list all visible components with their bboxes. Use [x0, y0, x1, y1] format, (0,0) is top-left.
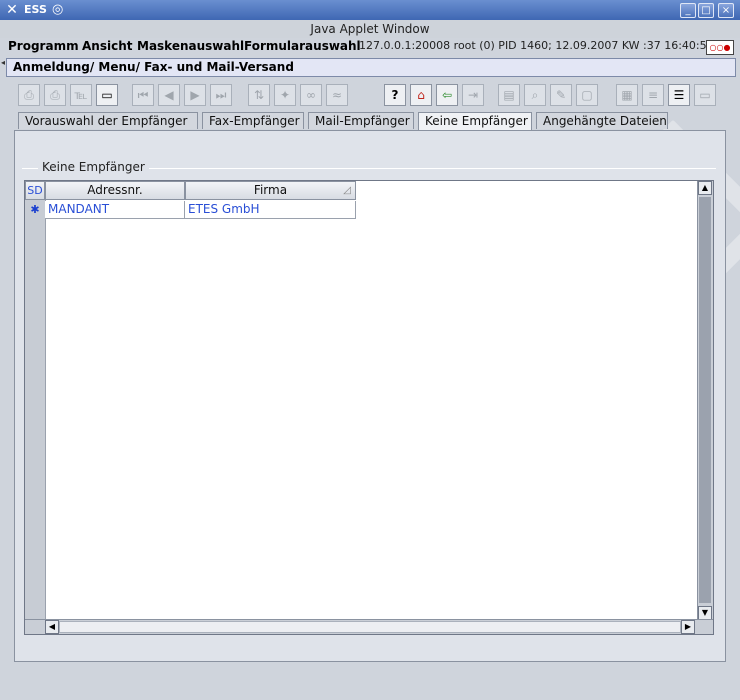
import-icon[interactable]: ⇦ [436, 84, 458, 106]
selected-row-marker-icon: ✱ [30, 203, 40, 216]
collapse-handle-icon[interactable]: ◂ [1, 59, 5, 76]
swirl-icon: ◎ [52, 2, 64, 17]
breadcrumb: Anmeldung/ Menu/ Fax- und Mail-Versand [13, 60, 294, 74]
window-title: ESS [24, 3, 47, 16]
tab-angehaengte-dateien[interactable]: Angehängte Dateien [536, 112, 668, 129]
row-header-column [25, 181, 46, 621]
clipboard-icon[interactable]: ▢ [576, 84, 598, 106]
last-icon[interactable]: ⏭ [210, 84, 232, 106]
document-icon[interactable]: ▤ [498, 84, 520, 106]
window-title-bar[interactable]: ✕ ESS ◎ _ □ × [0, 0, 740, 20]
vertical-scrollbar[interactable]: ▲ ▼ [697, 181, 713, 620]
menu-maskenauswahl[interactable]: Maskenauswahl [137, 39, 244, 53]
tab-mail-empfaenger[interactable]: Mail-Empfänger [308, 112, 414, 129]
menu-bar: Programm Ansicht Maskenauswahl Formulara… [4, 38, 736, 56]
tab-bar: Vorauswahl der Empfänger Fax-Empfänger M… [18, 112, 718, 130]
applet-subtitle: Java Applet Window [0, 20, 740, 38]
column-header-firma[interactable]: Firma ◿ [185, 181, 356, 200]
menu-ansicht[interactable]: Ansicht [82, 39, 132, 53]
list-icon[interactable]: ≡ [642, 84, 664, 106]
link-icon[interactable]: ∞ [300, 84, 322, 106]
calendar-icon[interactable]: ▦ [616, 84, 638, 106]
frame-icon[interactable]: ▭ [96, 84, 118, 106]
toolbar: ⎙ ⎙ ℡ ▭ ⏮ ◀ ▶ ⏭ ⇅ ✦ ∞ ≈ ? ⌂ ⇦ ⇥ ▤ ⌕ ✎ ▢ … [18, 84, 722, 108]
scroll-up-icon[interactable]: ▲ [698, 181, 712, 195]
application-window: ✕ ESS ◎ _ □ × Java Applet Window Program… [0, 0, 740, 700]
app-x-icon[interactable]: ✕ [4, 2, 20, 18]
close-button[interactable]: × [718, 3, 734, 18]
star-icon[interactable]: ✦ [274, 84, 296, 106]
column-header-adressnr[interactable]: Adressnr. [45, 181, 185, 200]
menu-formularauswahl[interactable]: Formularauswahl [244, 39, 361, 53]
edit-icon[interactable]: ✎ [550, 84, 572, 106]
table-cell-firma[interactable]: ETES GmbH [185, 201, 356, 219]
scroll-down-icon[interactable]: ▼ [698, 606, 712, 620]
recipients-table: SD Adressnr. Firma ◿ ✱ MANDANT ETES GmbH… [24, 180, 714, 635]
column-header-firma-label: Firma [253, 183, 288, 197]
maximize-button[interactable]: □ [698, 3, 714, 18]
tab-keine-empfaenger[interactable]: Keine Empfänger [418, 112, 532, 130]
breadcrumb-bar: ◂ Anmeldung/ Menu/ Fax- und Mail-Versand [1, 58, 736, 77]
scroll-right-icon[interactable]: ▶ [681, 620, 695, 634]
next-icon[interactable]: ▶ [184, 84, 206, 106]
minimize-button[interactable]: _ [680, 3, 696, 18]
search-icon[interactable]: ⌕ [524, 84, 546, 106]
folder-icon[interactable]: ▭ [694, 84, 716, 106]
vertical-scroll-thumb[interactable] [699, 197, 711, 603]
unlink-icon[interactable]: ≈ [326, 84, 348, 106]
sort-icon[interactable]: ⇅ [248, 84, 270, 106]
tab-vorauswahl[interactable]: Vorauswahl der Empfänger [18, 112, 198, 129]
status-lights-icon: ○○● [706, 40, 734, 55]
home-icon[interactable]: ⌂ [410, 84, 432, 106]
group-title: Keine Empfänger [38, 160, 149, 174]
first-icon[interactable]: ⏮ [132, 84, 154, 106]
stack-icon[interactable]: ☰ [668, 84, 690, 106]
export-icon[interactable]: ⇥ [462, 84, 484, 106]
fax-icon[interactable]: ℡ [70, 84, 92, 106]
horizontal-scrollbar[interactable]: ◀ ▶ [25, 619, 713, 634]
print-icon[interactable]: ⎙ [18, 84, 40, 106]
print-preview-icon[interactable]: ⎙ [44, 84, 66, 106]
help-icon[interactable]: ? [384, 84, 406, 106]
table-cell-adressnr[interactable]: MANDANT [45, 201, 185, 219]
horizontal-scroll-thumb[interactable] [59, 621, 681, 633]
tab-fax-empfaenger[interactable]: Fax-Empfänger [202, 112, 304, 129]
menu-programm[interactable]: Programm [8, 39, 79, 53]
column-header-sd[interactable]: SD [25, 181, 45, 200]
scroll-left-icon[interactable]: ◀ [45, 620, 59, 634]
prev-icon[interactable]: ◀ [158, 84, 180, 106]
status-info: 127.0.0.1:20008 root (0) PID 1460; 12.09… [359, 39, 714, 52]
sort-ascending-icon: ◿ [343, 185, 351, 196]
